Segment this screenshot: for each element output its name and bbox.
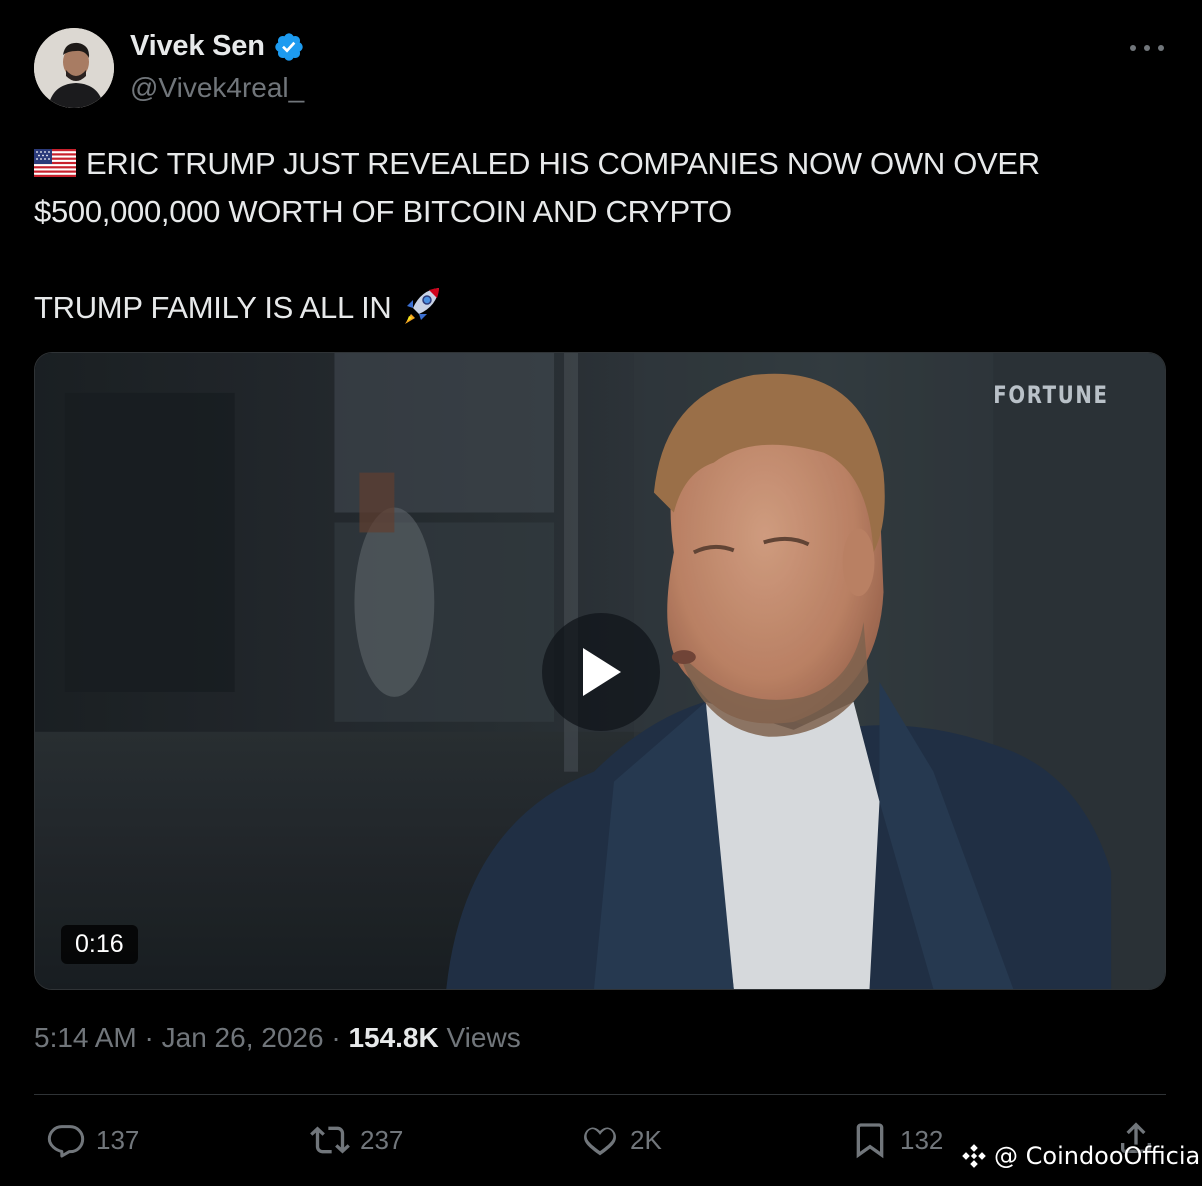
fortune-watermark: FORTUNE [993, 381, 1109, 409]
video-player[interactable]: FORTUNE 0:16 [34, 352, 1166, 990]
video-duration: 0:16 [61, 925, 138, 964]
views-label: Views [446, 1022, 521, 1053]
coindoo-watermark: @ CoindooOfficial [960, 1142, 1202, 1170]
repost-count: 237 [360, 1124, 404, 1155]
tweet-line-1-text: ERIC TRUMP JUST REVEALED HIS COMPANIES N… [86, 146, 1040, 181]
tweet-time[interactable]: 5:14 AM [34, 1022, 137, 1053]
profile-photo-icon [34, 28, 114, 108]
tweet-card: Vivek Sen @Vivek4real_ ERIC TRUMP JUST R… [0, 0, 1202, 1186]
heart-icon [584, 1127, 616, 1156]
tweet-line-1: ERIC TRUMP JUST REVEALED HIS COMPANIES N… [34, 140, 1164, 188]
tweet-line-3-text: TRUMP FAMILY IS ALL IN [34, 290, 392, 325]
meta-separator: · [331, 1022, 341, 1053]
reply-count: 137 [96, 1124, 140, 1155]
divider [34, 1094, 1166, 1095]
bookmark-count: 132 [900, 1124, 944, 1155]
us-flag-icon [34, 143, 76, 177]
repost-button[interactable]: 237 [310, 1120, 403, 1160]
tweet-meta: 5:14 AM · Jan 26, 2026 · 154.8K Views [34, 1022, 521, 1054]
tweet-line-3: TRUMP FAMILY IS ALL IN [34, 284, 1164, 332]
bookmark-icon [856, 1123, 884, 1159]
watermark-text: @ CoindooOfficial [994, 1142, 1202, 1170]
tweet-line-2: $500,000,000 WORTH OF BITCOIN AND CRYPTO [34, 194, 732, 229]
like-button[interactable]: 2K [580, 1120, 662, 1160]
like-count: 2K [630, 1124, 662, 1155]
author-name-row: Vivek Sen [130, 30, 305, 63]
author-handle[interactable]: @Vivek4real_ [130, 72, 304, 104]
reply-icon [47, 1125, 85, 1158]
bookmark-button[interactable]: 132 [850, 1120, 943, 1160]
rocket-icon [399, 284, 443, 328]
tweet-text: ERIC TRUMP JUST REVEALED HIS COMPANIES N… [34, 140, 1164, 332]
views-count[interactable]: 154.8K [348, 1022, 438, 1053]
verified-badge-icon[interactable] [273, 31, 305, 63]
binance-logo-icon [961, 1143, 987, 1169]
avatar[interactable] [34, 28, 114, 108]
repost-icon [310, 1126, 350, 1154]
play-icon[interactable] [542, 613, 660, 731]
reply-button[interactable]: 137 [46, 1120, 139, 1160]
meta-separator: · [144, 1022, 154, 1053]
display-name[interactable]: Vivek Sen [130, 30, 265, 63]
tweet-date[interactable]: Jan 26, 2026 [162, 1022, 324, 1053]
more-options-icon[interactable] [1130, 36, 1164, 60]
